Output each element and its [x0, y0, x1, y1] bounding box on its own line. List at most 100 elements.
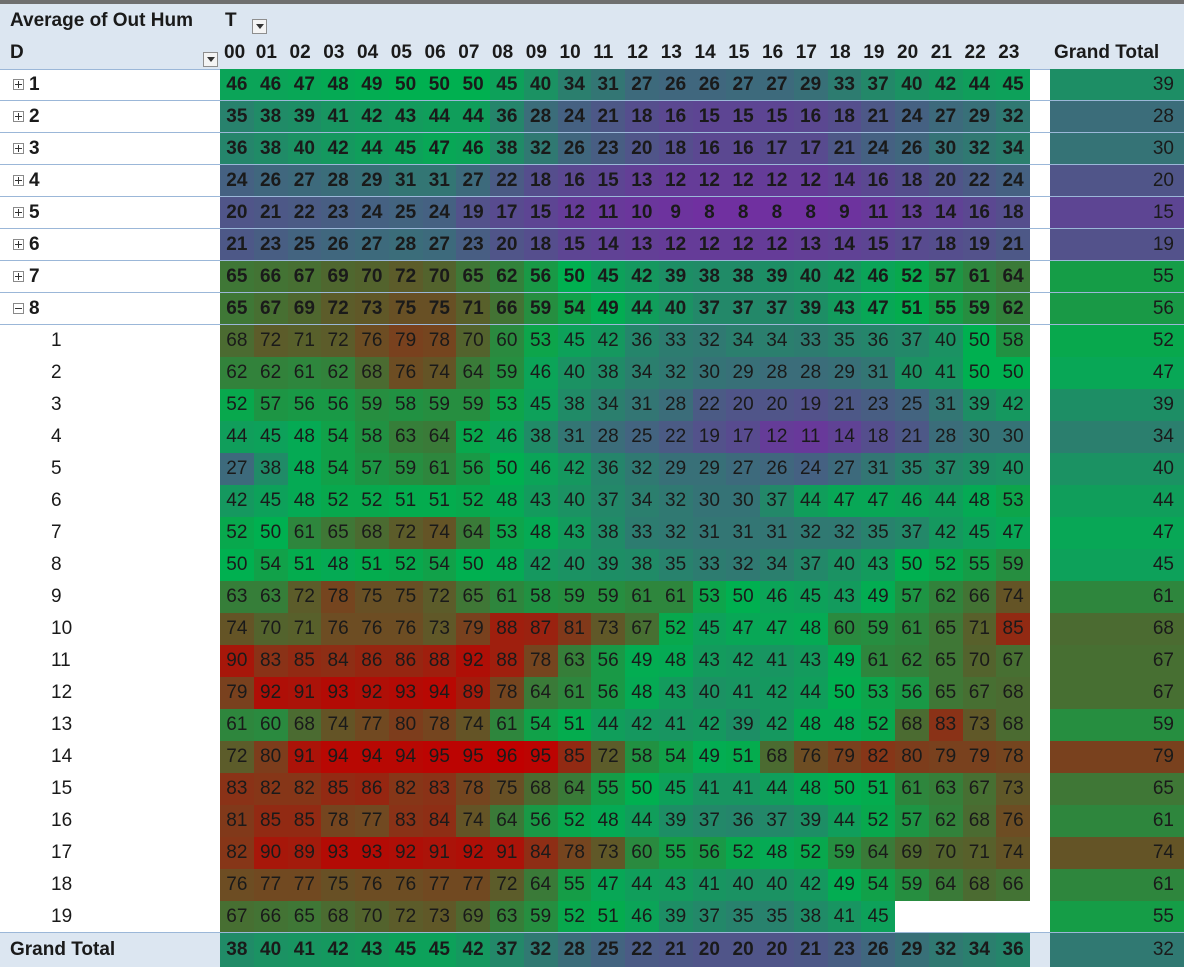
value-cell[interactable]: 21: [220, 229, 254, 261]
value-cell[interactable]: 44: [422, 101, 457, 133]
value-cell[interactable]: 66: [996, 869, 1030, 901]
value-cell[interactable]: 70: [962, 645, 997, 677]
value-cell[interactable]: 38: [523, 421, 558, 453]
value-cell[interactable]: 21: [253, 197, 288, 229]
value-cell[interactable]: 41: [760, 645, 794, 677]
value-cell[interactable]: 45: [253, 421, 288, 453]
value-cell[interactable]: 73: [422, 613, 457, 645]
value-cell[interactable]: 75: [388, 293, 423, 325]
value-cell[interactable]: 27: [422, 229, 457, 261]
value-cell[interactable]: 82: [861, 741, 895, 773]
value-cell[interactable]: 64: [456, 517, 490, 549]
value-cell[interactable]: 20: [625, 133, 659, 165]
value-cell[interactable]: 27: [625, 69, 659, 101]
value-cell[interactable]: 17: [760, 133, 794, 165]
value-cell[interactable]: 41: [692, 869, 727, 901]
value-cell[interactable]: 76: [355, 869, 389, 901]
value-cell[interactable]: 64: [557, 773, 592, 805]
value-cell[interactable]: 34: [996, 133, 1030, 165]
value-cell[interactable]: 37: [591, 485, 625, 517]
value-cell[interactable]: 12: [726, 165, 760, 197]
value-cell[interactable]: 48: [591, 805, 625, 837]
value-cell[interactable]: 62: [220, 357, 254, 389]
value-cell[interactable]: 37: [760, 805, 794, 837]
value-cell[interactable]: 38: [253, 133, 288, 165]
value-cell[interactable]: 43: [388, 101, 423, 133]
value-cell[interactable]: 12: [760, 229, 794, 261]
value-cell[interactable]: 34: [625, 357, 659, 389]
value-cell[interactable]: 54: [861, 869, 895, 901]
expand-icon[interactable]: [13, 239, 24, 250]
value-cell[interactable]: 71: [962, 837, 997, 869]
value-cell[interactable]: 96: [490, 741, 524, 773]
grand-total-cell[interactable]: 67: [1050, 677, 1184, 709]
value-cell[interactable]: 38: [625, 549, 659, 581]
value-cell[interactable]: 47: [422, 133, 457, 165]
value-cell[interactable]: 22: [490, 165, 524, 197]
value-cell[interactable]: 35: [760, 901, 794, 933]
value-cell[interactable]: 23: [861, 389, 895, 421]
value-cell[interactable]: 38: [557, 389, 592, 421]
value-cell[interactable]: 72: [490, 869, 524, 901]
value-cell[interactable]: 55: [591, 773, 625, 805]
value-cell[interactable]: 29: [962, 101, 997, 133]
value-cell[interactable]: 48: [523, 517, 558, 549]
grand-total-cell[interactable]: 56: [1050, 293, 1184, 325]
value-cell[interactable]: 50: [422, 69, 457, 101]
value-cell[interactable]: 28: [760, 357, 794, 389]
value-cell[interactable]: 42: [557, 453, 592, 485]
value-cell[interactable]: 48: [760, 837, 794, 869]
value-cell[interactable]: 56: [523, 805, 558, 837]
value-cell[interactable]: 38: [591, 517, 625, 549]
value-cell[interactable]: 75: [490, 773, 524, 805]
value-cell[interactable]: 42: [321, 933, 355, 967]
value-cell[interactable]: 23: [591, 133, 625, 165]
value-cell[interactable]: 77: [287, 869, 322, 901]
value-cell[interactable]: 83: [253, 645, 288, 677]
value-cell[interactable]: 56: [287, 389, 322, 421]
value-cell[interactable]: 65: [928, 613, 963, 645]
value-cell[interactable]: 46: [253, 69, 288, 101]
value-cell[interactable]: 78: [490, 677, 524, 709]
value-cell[interactable]: 61: [422, 453, 457, 485]
value-cell[interactable]: 18: [928, 229, 963, 261]
value-cell[interactable]: 46: [490, 421, 524, 453]
value-cell[interactable]: 61: [490, 581, 524, 613]
value-cell[interactable]: 41: [658, 709, 693, 741]
value-cell[interactable]: 50: [490, 453, 524, 485]
value-cell[interactable]: 15: [760, 101, 794, 133]
value-cell[interactable]: 61: [490, 709, 524, 741]
value-cell[interactable]: 17: [490, 197, 524, 229]
value-cell[interactable]: 38: [591, 357, 625, 389]
value-cell[interactable]: 12: [760, 421, 794, 453]
value-cell[interactable]: 48: [287, 485, 322, 517]
value-cell[interactable]: 33: [827, 69, 862, 101]
value-cell[interactable]: 18: [996, 197, 1030, 229]
value-cell[interactable]: 24: [220, 165, 254, 197]
value-cell[interactable]: 76: [321, 613, 355, 645]
value-cell[interactable]: 66: [490, 293, 524, 325]
value-cell[interactable]: 88: [490, 613, 524, 645]
value-cell[interactable]: 44: [625, 805, 659, 837]
value-cell[interactable]: 30: [928, 133, 963, 165]
value-cell[interactable]: 58: [996, 325, 1030, 357]
grand-total-cell[interactable]: 47: [1050, 357, 1184, 389]
value-cell[interactable]: 62: [895, 645, 929, 677]
value-cell[interactable]: 61: [625, 581, 659, 613]
value-cell[interactable]: 42: [692, 709, 727, 741]
value-cell[interactable]: 60: [625, 837, 659, 869]
value-cell[interactable]: 40: [827, 549, 862, 581]
value-cell[interactable]: 44: [355, 133, 389, 165]
value-cell[interactable]: 42: [523, 549, 558, 581]
value-cell[interactable]: 42: [456, 933, 490, 967]
value-cell[interactable]: 50: [557, 261, 592, 293]
value-cell[interactable]: 42: [625, 261, 659, 293]
value-cell[interactable]: 52: [456, 485, 490, 517]
value-cell[interactable]: 49: [692, 741, 727, 773]
value-cell[interactable]: 15: [861, 229, 895, 261]
value-cell[interactable]: 62: [928, 805, 963, 837]
value-cell[interactable]: 44: [591, 709, 625, 741]
value-cell[interactable]: 78: [996, 741, 1030, 773]
value-cell[interactable]: 16: [861, 165, 895, 197]
grand-total-cell[interactable]: 68: [1050, 613, 1184, 645]
